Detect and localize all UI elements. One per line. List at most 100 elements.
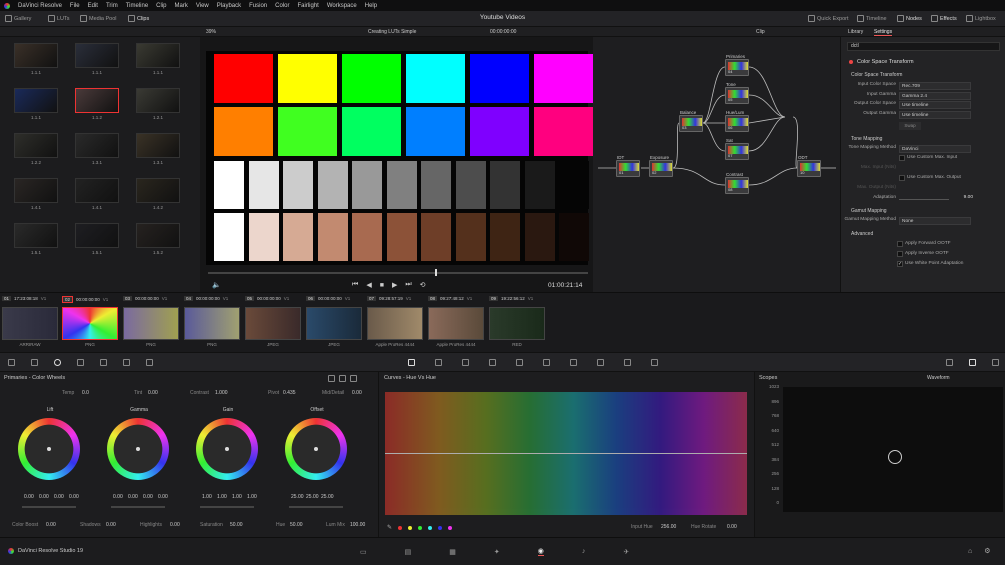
play-icon[interactable]: ▶ xyxy=(392,281,397,289)
menu-item[interactable]: Workspace xyxy=(327,3,357,9)
temp-value[interactable]: 0.0 xyxy=(82,390,89,396)
wheel-center-dot[interactable] xyxy=(225,447,229,451)
apply-inverse-checkbox[interactable] xyxy=(897,251,903,257)
cst-row-select[interactable]: Use timeline xyxy=(899,110,971,119)
wheel-value[interactable]: 0.00 xyxy=(128,494,138,500)
lift-wheel[interactable] xyxy=(18,418,80,480)
media-thumbnail[interactable] xyxy=(75,133,119,158)
contrast-value[interactable]: 1.000 xyxy=(215,390,228,396)
wheel-value[interactable]: 0.00 xyxy=(54,494,64,500)
saturation-value[interactable]: 50.00 xyxy=(230,522,243,528)
edit-page-icon[interactable]: ▦ xyxy=(449,548,456,556)
timeline-clip[interactable] xyxy=(123,307,179,340)
blur-icon[interactable] xyxy=(597,359,604,366)
timeline-selector[interactable]: Creating LUTs Simple xyxy=(368,29,416,35)
hue-curve-line[interactable] xyxy=(385,453,747,454)
effects-button[interactable]: Effects xyxy=(931,15,957,22)
wheel-value[interactable]: 1.00 xyxy=(247,494,257,500)
hdr-icon[interactable] xyxy=(100,359,107,366)
wheel-value[interactable]: 0.00 xyxy=(158,494,168,500)
blue-point-icon[interactable] xyxy=(438,525,443,530)
menu-item[interactable]: File xyxy=(70,3,80,9)
lum-mix-value[interactable]: 100.00 xyxy=(350,522,365,528)
section-advanced[interactable]: Advanced xyxy=(851,231,873,237)
timeline-clip[interactable] xyxy=(2,307,58,340)
shadows-value[interactable]: 0.00 xyxy=(106,522,116,528)
wheel-value[interactable]: 25.00 xyxy=(306,494,319,500)
color-node[interactable]: Exposure 02 xyxy=(649,155,673,177)
eyedropper-icon[interactable] xyxy=(489,359,496,366)
color-boost-value[interactable]: 0.00 xyxy=(46,522,56,528)
custom-input-checkbox[interactable] xyxy=(899,155,905,161)
menu-item[interactable]: Fusion xyxy=(249,3,267,9)
highlights-value[interactable]: 0.00 xyxy=(170,522,180,528)
master-wheel-slider[interactable] xyxy=(200,506,254,508)
media-thumbnail[interactable] xyxy=(14,133,58,158)
section-cst[interactable]: Color Space Transform xyxy=(851,72,902,78)
section-gamut-mapping[interactable]: Gamut Mapping xyxy=(851,208,887,214)
section-tone-mapping[interactable]: Tone Mapping xyxy=(851,136,882,142)
wheels-mode-icon[interactable] xyxy=(328,375,335,382)
settings-gear-icon[interactable]: ⚙ xyxy=(984,547,990,555)
color-warper-icon[interactable] xyxy=(435,359,442,366)
color-node[interactable]: Sat 07 xyxy=(725,138,749,160)
loop-icon[interactable]: ⟲ xyxy=(420,281,426,289)
menu-item[interactable]: Trim xyxy=(106,3,118,9)
media-pool-button[interactable]: Media Pool xyxy=(80,15,117,22)
effect-enabled-icon[interactable] xyxy=(849,60,853,64)
menu-item[interactable]: Help xyxy=(365,3,377,9)
timeline-clip[interactable] xyxy=(245,307,301,340)
input-hue-value[interactable]: 256.00 xyxy=(661,524,676,530)
mid-detail-value[interactable]: 0.00 xyxy=(352,390,362,396)
hue-vs-hue-graph[interactable] xyxy=(385,392,747,515)
wheel-value[interactable]: 0.00 xyxy=(24,494,34,500)
white-point-checkbox[interactable]: ✓ xyxy=(897,261,903,267)
green-point-icon[interactable] xyxy=(418,525,423,530)
wheel-value[interactable]: 0.00 xyxy=(39,494,49,500)
timeline-clip[interactable] xyxy=(62,307,118,340)
cyan-point-icon[interactable] xyxy=(428,525,433,530)
yellow-point-icon[interactable] xyxy=(408,525,413,530)
color-node[interactable]: Tone 05 xyxy=(725,82,749,104)
media-thumbnail[interactable] xyxy=(75,88,119,113)
color-node[interactable]: Contrast 08 xyxy=(725,172,749,194)
quick-export-button[interactable]: Quick Export xyxy=(808,15,848,22)
wheel-value[interactable]: 0.00 xyxy=(113,494,123,500)
wheel-center-dot[interactable] xyxy=(136,447,140,451)
camera-raw-icon[interactable] xyxy=(8,359,15,366)
clips-button[interactable]: Clips xyxy=(128,15,149,22)
luts-button[interactable]: LUTs xyxy=(48,15,70,22)
media-page-icon[interactable]: ▭ xyxy=(360,548,367,556)
media-thumbnail[interactable] xyxy=(136,88,180,113)
volume-icon[interactable] xyxy=(946,359,953,366)
node-editor[interactable]: Primaries 04 Tone 05 Hue/Lum 06 Sat 07 Balance 03… xyxy=(593,37,840,292)
motion-effects-icon[interactable] xyxy=(123,359,130,366)
magenta-point-icon[interactable] xyxy=(448,525,453,530)
playhead[interactable] xyxy=(435,269,437,276)
zoom-level[interactable]: 39% xyxy=(206,29,216,35)
tint-value[interactable]: 0.00 xyxy=(148,390,158,396)
media-thumbnail[interactable] xyxy=(136,178,180,203)
offset-wheel[interactable] xyxy=(285,418,347,480)
timeline-clip[interactable] xyxy=(184,307,240,340)
timeline-clip[interactable] xyxy=(306,307,362,340)
media-thumbnail[interactable] xyxy=(14,88,58,113)
media-thumbnail[interactable] xyxy=(136,43,180,68)
stop-icon[interactable]: ■ xyxy=(380,282,384,289)
cst-row-select[interactable]: Use timeline xyxy=(899,101,971,109)
gain-wheel[interactable] xyxy=(196,418,258,480)
effects-search-input[interactable]: dctl xyxy=(847,42,1000,51)
fusion-page-icon[interactable]: ✦ xyxy=(494,548,500,556)
color-node[interactable]: Balance 03 xyxy=(679,110,703,132)
wheel-value[interactable]: 0.00 xyxy=(143,494,153,500)
wheel-value[interactable]: 1.00 xyxy=(202,494,212,500)
menu-item[interactable]: Fairlight xyxy=(297,3,318,9)
apply-forward-checkbox[interactable] xyxy=(897,241,903,247)
wheel-value[interactable]: 25.00 xyxy=(321,494,334,500)
menu-item[interactable]: Edit xyxy=(88,3,98,9)
cst-row-select[interactable]: Rec.709 xyxy=(899,82,971,90)
scope-mode-select[interactable]: Waveform xyxy=(927,375,950,381)
sizing-icon[interactable] xyxy=(651,359,658,366)
wheel-value[interactable]: 1.00 xyxy=(217,494,227,500)
swap-button[interactable]: Swap xyxy=(899,122,921,130)
